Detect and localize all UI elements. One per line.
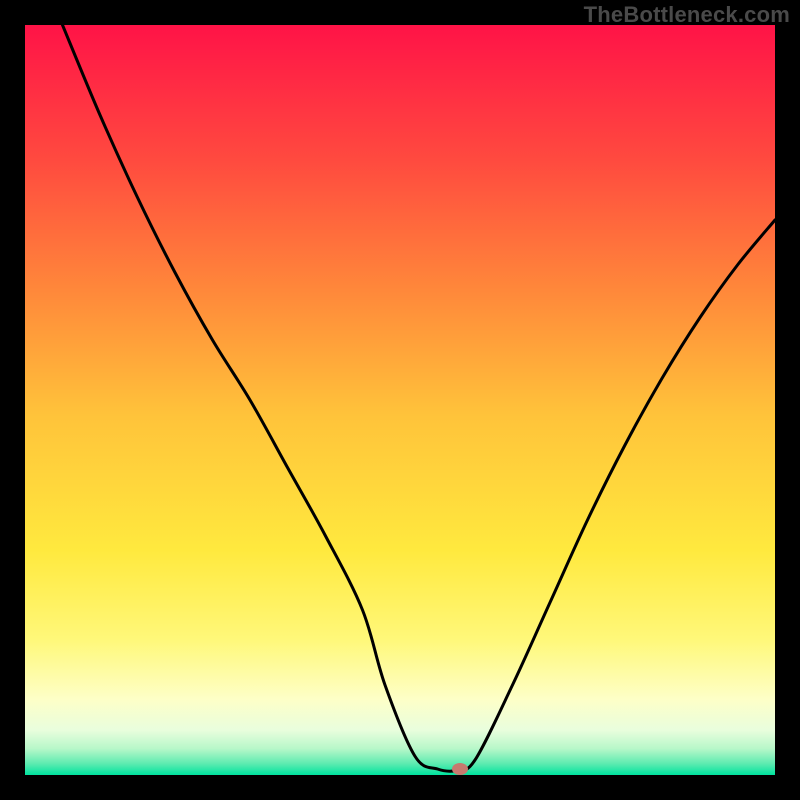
chart-svg <box>25 25 775 775</box>
chart-background <box>25 25 775 775</box>
plot-area <box>25 25 775 775</box>
optimal-marker <box>452 763 468 775</box>
watermark-text: TheBottleneck.com <box>584 2 790 28</box>
chart-frame: TheBottleneck.com <box>0 0 800 800</box>
